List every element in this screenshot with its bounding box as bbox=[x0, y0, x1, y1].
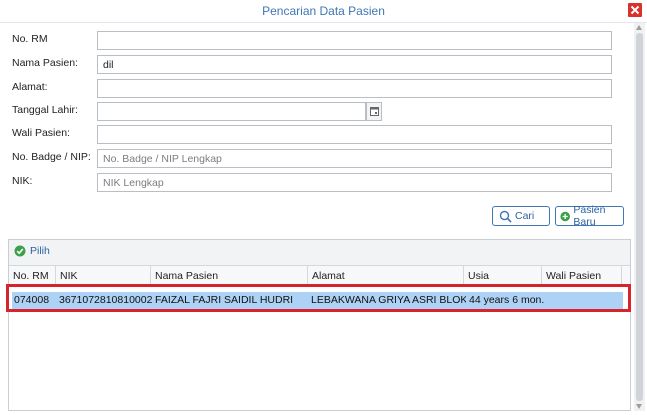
column-header-usia[interactable]: Usia bbox=[464, 266, 542, 286]
patient-grid: Pilih No. RM NIK Nama Pasien Alamat Usia… bbox=[8, 239, 631, 411]
nik-label: NIK: bbox=[12, 175, 33, 187]
grid-header: No. RM NIK Nama Pasien Alamat Usia Wali … bbox=[9, 266, 630, 287]
field-row-tanggal-lahir: Tanggal Lahir: bbox=[4, 102, 631, 124]
alamat-label: Alamat: bbox=[12, 81, 48, 93]
calendar-icon bbox=[370, 107, 379, 116]
nama-pasien-input[interactable] bbox=[97, 55, 612, 74]
field-row-no-rm: No. RM bbox=[4, 31, 631, 53]
scroll-down-arrow-icon[interactable] bbox=[636, 404, 642, 409]
date-picker-button[interactable] bbox=[366, 102, 382, 121]
window-title: Pencarian Data Pasien bbox=[262, 4, 385, 18]
column-header-no-rm[interactable]: No. RM bbox=[9, 266, 56, 286]
cell-alamat: LEBAKWANA GRIYA ASRI BLOK U ... bbox=[311, 294, 466, 306]
grid-toolbar: Pilih bbox=[9, 240, 630, 266]
cell-wali-pasien bbox=[545, 292, 622, 309]
pilih-label: Pilih bbox=[30, 245, 50, 257]
cari-button-label: Cari bbox=[515, 210, 535, 222]
field-row-no-badge: No. Badge / NIP: bbox=[4, 149, 631, 171]
close-button[interactable] bbox=[628, 3, 642, 17]
cell-no-rm: 074008 bbox=[14, 294, 50, 306]
no-rm-input[interactable] bbox=[97, 31, 612, 50]
cell-nik: 3671072810810002 bbox=[59, 294, 153, 306]
tanggal-lahir-label: Tanggal Lahir: bbox=[12, 104, 78, 116]
scroll-up-arrow-icon[interactable] bbox=[636, 25, 642, 30]
column-header-alamat[interactable]: Alamat bbox=[308, 266, 464, 286]
column-header-wali-pasien[interactable]: Wali Pasien bbox=[542, 266, 622, 286]
nik-input[interactable] bbox=[97, 173, 612, 192]
nama-pasien-label: Nama Pasien: bbox=[12, 57, 78, 69]
tanggal-lahir-input[interactable] bbox=[97, 102, 366, 121]
close-icon bbox=[630, 5, 640, 15]
field-row-wali-pasien: Wali Pasien: bbox=[4, 125, 631, 147]
plus-circle-icon bbox=[560, 211, 570, 221]
field-row-alamat: Alamat: bbox=[4, 79, 631, 101]
column-header-nama-pasien[interactable]: Nama Pasien bbox=[151, 266, 308, 286]
no-badge-label: No. Badge / NIP: bbox=[12, 151, 91, 163]
cell-nama-pasien: FAIZAL FAJRI SAIDIL HUDRI bbox=[155, 294, 294, 306]
cari-button[interactable]: Cari bbox=[492, 206, 550, 226]
wali-pasien-input[interactable] bbox=[97, 125, 612, 144]
field-row-nik: NIK: bbox=[4, 173, 631, 195]
field-row-nama-pasien: Nama Pasien: bbox=[4, 55, 631, 77]
search-form: No. RM Nama Pasien: Alamat: Tanggal Lahi… bbox=[4, 23, 631, 233]
no-rm-label: No. RM bbox=[12, 33, 48, 45]
no-badge-input[interactable] bbox=[97, 149, 612, 168]
wali-pasien-label: Wali Pasien: bbox=[12, 127, 70, 139]
cell-usia: 44 years 6 mon... bbox=[469, 294, 545, 306]
title-bar: Pencarian Data Pasien bbox=[0, 0, 647, 23]
alamat-input[interactable] bbox=[97, 79, 612, 98]
table-row[interactable]: 074008 3671072810810002 FAIZAL FAJRI SAI… bbox=[12, 292, 623, 309]
check-circle-icon bbox=[14, 245, 26, 257]
pasien-baru-button-label: Pasien Baru bbox=[573, 204, 606, 228]
vertical-scrollbar[interactable] bbox=[634, 23, 645, 411]
column-header-nik[interactable]: NIK bbox=[56, 266, 151, 286]
scroll-thumb[interactable] bbox=[636, 33, 643, 401]
pasien-baru-button[interactable]: Pasien Baru bbox=[555, 204, 624, 228]
search-icon bbox=[499, 210, 512, 223]
pilih-button[interactable]: Pilih bbox=[14, 245, 50, 257]
